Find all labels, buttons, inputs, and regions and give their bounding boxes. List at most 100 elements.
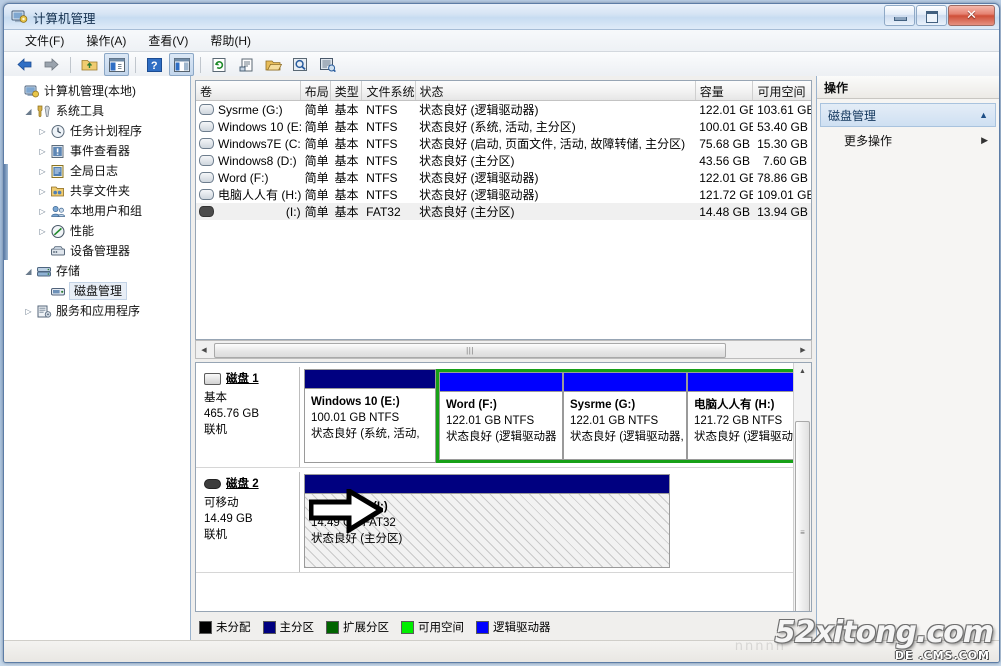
table-row[interactable]: Windows7E (C:) 简单 基本 NTFS 状态良好 (启动, 页面文件… [196,135,811,152]
minimize-button[interactable] [884,5,915,26]
up-folder-icon [81,57,98,72]
column-header-status[interactable]: 状态 [416,81,696,100]
volume-list-header: 卷 布局 类型 文件系统 状态 容量 可用空间 [196,81,811,101]
expander-collapsed[interactable]: ▷ [36,225,49,238]
column-header-filesystem[interactable]: 文件系统 [362,81,415,100]
actions-section-disk-management[interactable]: 磁盘管理 ▲ [820,103,996,127]
show-tree-button[interactable] [104,53,129,76]
open-folder-button[interactable] [261,53,286,76]
cell-layout: 简单 [301,203,331,220]
help-icon: ? [147,58,162,72]
disk-row-1[interactable]: 磁盘 1 基本 465.76 GB 联机 Windows 10 (E:) [196,363,811,468]
tree-node-local-users-groups[interactable]: ▷ 本地用户和组 [4,201,190,221]
computer-icon [23,83,40,99]
menu-action[interactable]: 操作(A) [75,30,137,51]
partition-windows10-e[interactable]: Windows 10 (E:) 100.01 GB NTFS 状态良好 (系统,… [304,369,436,463]
back-button[interactable] [12,53,37,76]
up-folder-button[interactable] [77,53,102,76]
refresh-button[interactable] [207,53,232,76]
hscroll-right-arrow[interactable]: ▶ [795,342,811,357]
legend-extended: 扩展分区 [326,619,389,635]
table-row[interactable]: (I:) 简单 基本 FAT32 状态良好 (主分区) 14.48 GB 13.… [196,203,811,220]
expander-expanded[interactable]: ◢ [22,105,35,118]
tree-node-event-viewer[interactable]: ▷ 事件查看器 [4,141,190,161]
partition-title: 电脑人人有 (H:) [694,397,805,413]
cell-free: 109.01 GB [753,188,811,202]
partition-size-fs: 100.01 GB NTFS [311,410,430,426]
column-header-free[interactable]: 可用空间 [753,81,811,100]
tree-label: 任务计划程序 [70,123,142,139]
tree-node-disk-management[interactable]: 磁盘管理 [4,281,190,301]
partition-color-bar-logical [440,373,562,392]
menu-bar: 文件(F) 操作(A) 查看(V) 帮助(H) [4,30,999,52]
expander-collapsed[interactable]: ▷ [36,185,49,198]
minimize-icon [894,17,907,21]
disk-row-2[interactable]: 磁盘 2 可移动 14.49 GB 联机 (I:) 14.49 [196,468,811,573]
cell-filesystem: NTFS [362,103,415,117]
partition-removable-i[interactable]: (I:) 14.49 GB FAT32 状态良好 (主分区) [304,474,670,568]
hscroll-track[interactable]: ||| [212,342,795,357]
close-button[interactable]: ✕ [948,5,995,26]
table-row[interactable]: Sysrme (G:) 简单 基本 NTFS 状态良好 (逻辑驱动器) 122.… [196,101,811,118]
help-button[interactable]: ? [142,53,167,76]
volume-list-hscrollbar[interactable]: ◀ ||| ▶ [195,340,812,359]
table-row[interactable]: Word (F:) 简单 基本 NTFS 状态良好 (逻辑驱动器) 122.01… [196,169,811,186]
expander-expanded[interactable]: ◢ [22,265,35,278]
tree-node-device-manager[interactable]: 设备管理器 [4,241,190,261]
menu-help[interactable]: 帮助(H) [199,30,262,51]
partition-title: Windows 10 (E:) [311,394,430,410]
column-header-type[interactable]: 类型 [331,81,363,100]
tree-node-global-logs[interactable]: ▷ 全局日志 [4,161,190,181]
tree-label: 存储 [56,263,80,279]
column-header-volume[interactable]: 卷 [196,81,301,100]
properties-button[interactable] [234,53,259,76]
tree-node-services-applications[interactable]: ▷ 服务和应用程序 [4,301,190,321]
legend-swatch-unallocated [199,621,212,634]
tree-node-system-tools[interactable]: ◢ 系统工具 [4,101,190,121]
cell-free: 103.61 GB [753,103,811,117]
graph-view-vscrollbar[interactable]: ▲ ≡ [793,363,811,611]
partition-word-f[interactable]: Word (F:) 122.01 GB NTFS 状态良好 (逻辑驱动器 [439,372,563,460]
maximize-button[interactable] [916,5,947,26]
task-scheduler-icon [49,123,66,139]
disk-1-name: 磁盘 1 [226,371,259,387]
partition-sysrme-g[interactable]: Sysrme (G:) 122.01 GB NTFS 状态良好 (逻辑驱动器, [563,372,687,460]
expander-collapsed[interactable]: ▷ [36,145,49,158]
expander-collapsed[interactable]: ▷ [36,125,49,138]
show-tree-icon [109,58,125,72]
tree-node-task-scheduler[interactable]: ▷ 任务计划程序 [4,121,190,141]
chevron-up-icon[interactable]: ▲ [979,110,988,120]
search-button[interactable] [288,53,313,76]
table-row[interactable]: Windows8 (D:) 简单 基本 NTFS 状态良好 (主分区) 43.5… [196,152,811,169]
forward-button[interactable] [39,53,64,76]
tree-label: 本地用户和组 [70,203,142,219]
tree-node-computer-management[interactable]: 计算机管理(本地) [4,81,190,101]
hscroll-left-arrow[interactable]: ◀ [196,342,212,357]
column-header-layout[interactable]: 布局 [301,81,331,100]
partition-title: Sysrme (G:) [570,397,681,413]
menu-file[interactable]: 文件(F) [14,30,75,51]
show-action-pane-button[interactable] [169,53,194,76]
tree-node-performance[interactable]: ▷ 性能 [4,221,190,241]
tree-node-storage[interactable]: ◢ 存储 [4,261,190,281]
rescan-disks-button[interactable] [315,53,340,76]
action-more-actions[interactable]: 更多操作 ▶ [820,130,996,151]
legend-swatch-extended [326,621,339,634]
menu-view[interactable]: 查看(V) [137,30,199,51]
disk-2-partitions: (I:) 14.49 GB FAT32 状态良好 (主分区) [300,472,811,572]
column-header-capacity[interactable]: 容量 [696,81,754,100]
expander-collapsed[interactable]: ▷ [22,305,35,318]
disk-2-info: 磁盘 2 可移动 14.49 GB 联机 [196,472,300,572]
tree-node-shared-folders[interactable]: ▷ 共享文件夹 [4,181,190,201]
partition-color-bar-primary [305,475,669,494]
expander-collapsed[interactable]: ▷ [36,205,49,218]
expander-collapsed[interactable]: ▷ [36,165,49,178]
table-row[interactable]: Windows 10 (E:) 简单 基本 NTFS 状态良好 (系统, 活动,… [196,118,811,135]
hscroll-thumb[interactable]: ||| [214,343,726,358]
vscroll-up-arrow[interactable]: ▲ [794,363,811,379]
close-icon: ✕ [949,7,994,23]
disk-management-pane: 卷 布局 类型 文件系统 状态 容量 可用空间 Sysrme (G:) 简单 基… [191,76,816,640]
vscroll-thumb[interactable]: ≡ [795,421,810,612]
table-row[interactable]: 电脑人人有 (H:) 简单 基本 NTFS 状态良好 (逻辑驱动器) 121.7… [196,186,811,203]
legend-primary: 主分区 [263,619,315,635]
